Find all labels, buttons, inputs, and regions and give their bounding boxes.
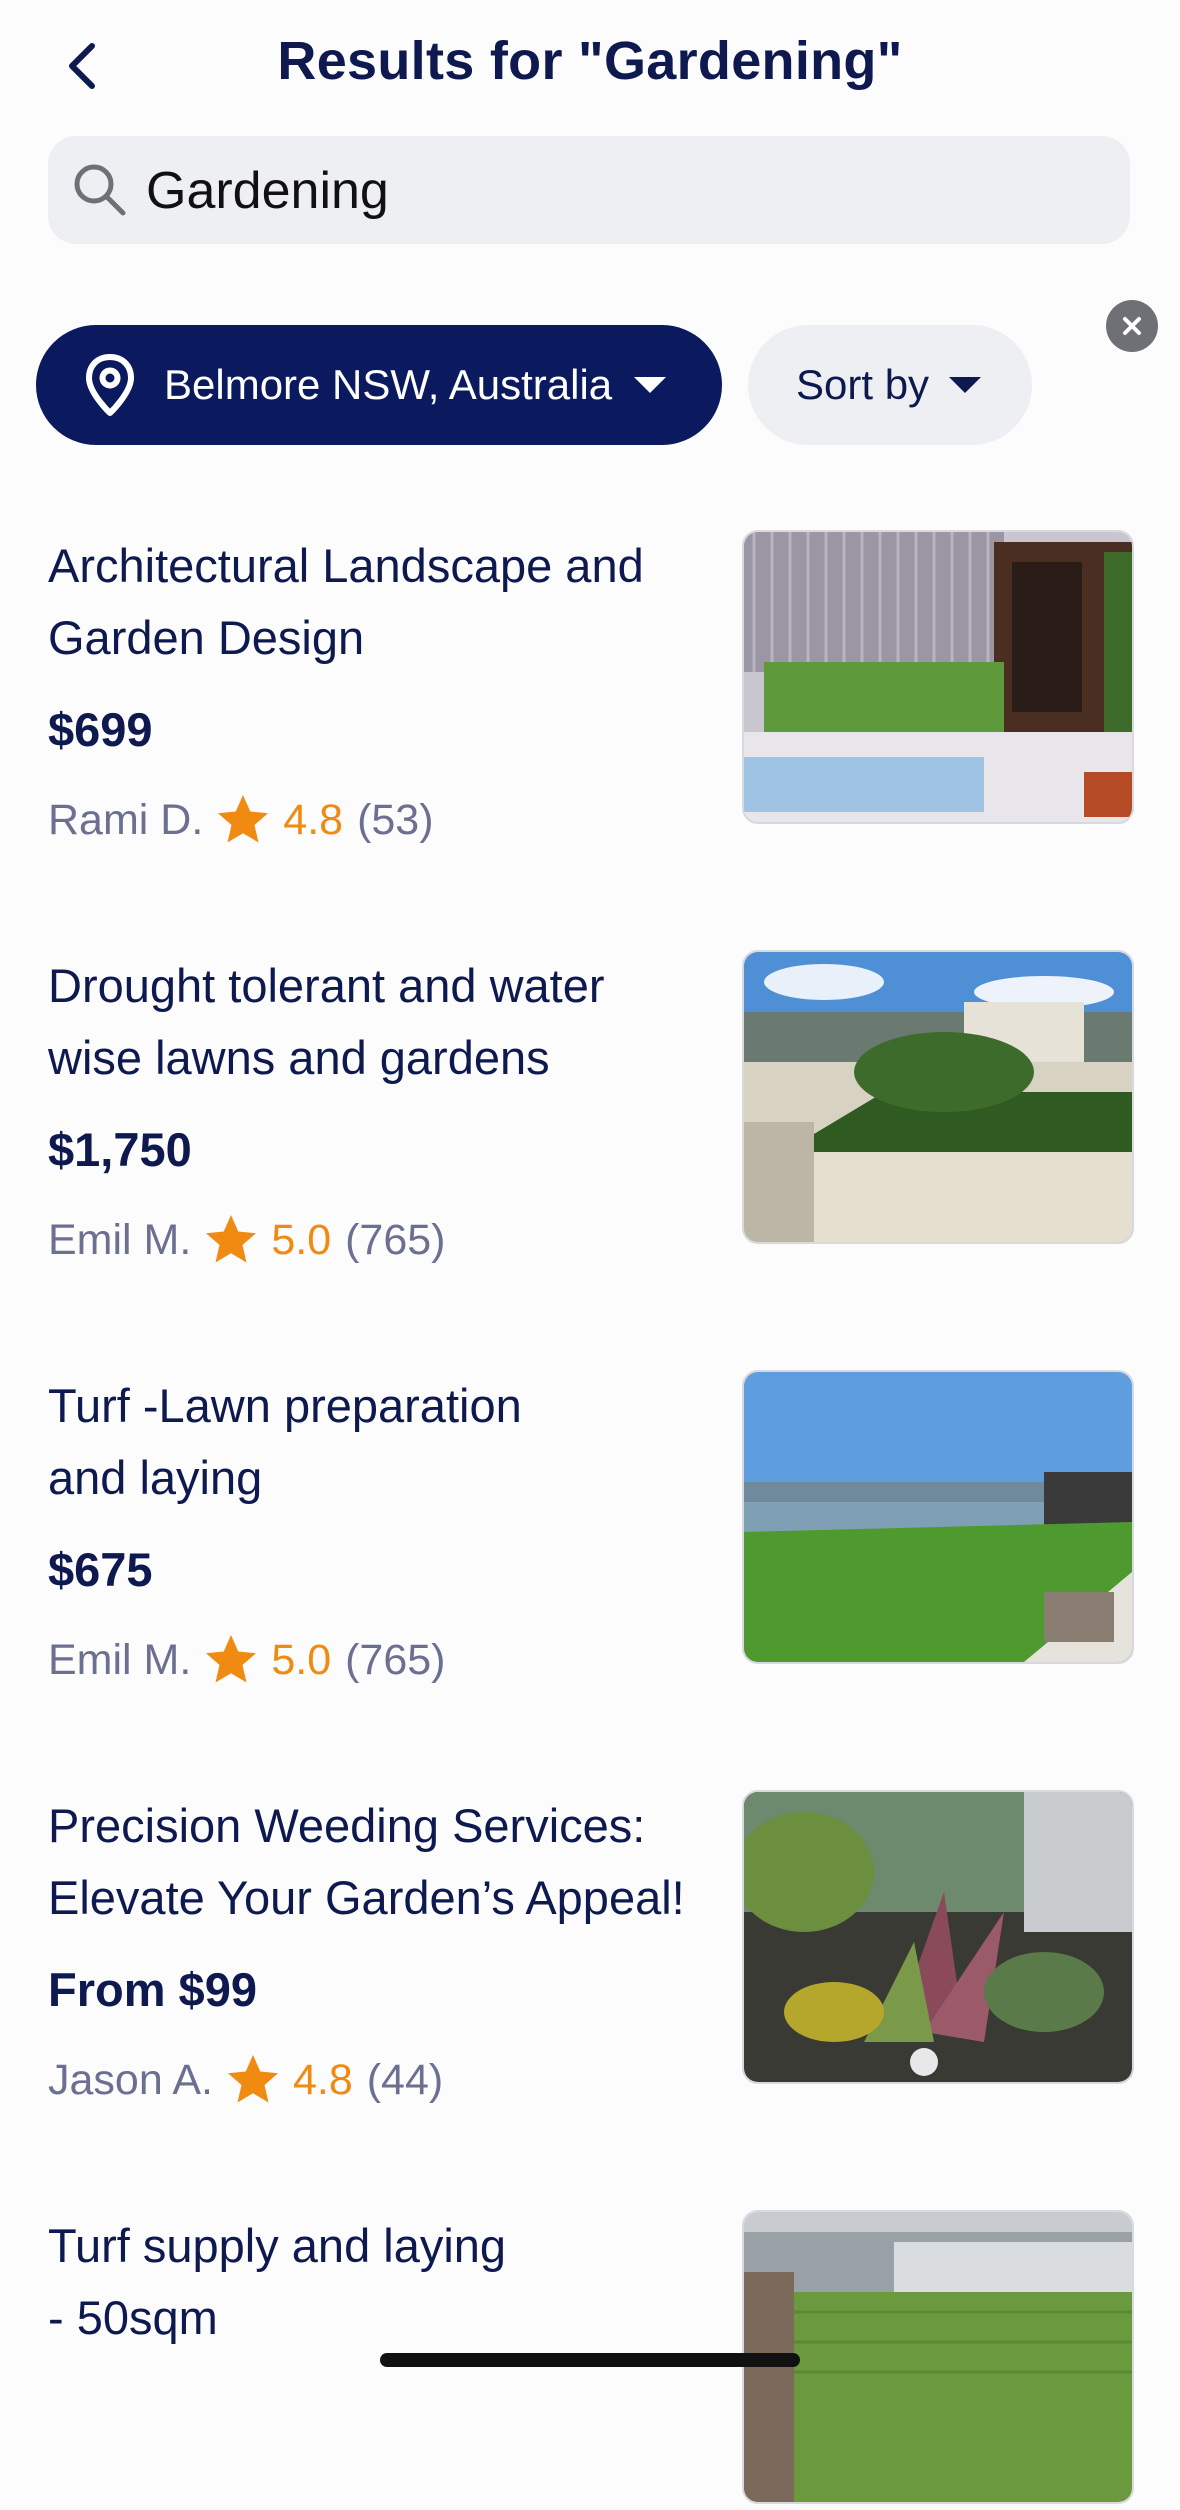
- listing-thumbnail: [742, 950, 1134, 1244]
- review-count: (765): [345, 1635, 446, 1684]
- location-label: Belmore NSW, Australia: [164, 361, 613, 408]
- sort-by-label: Sort by: [796, 361, 930, 408]
- star-icon: [227, 2055, 278, 2103]
- provider-name: Emil M.: [48, 1215, 192, 1264]
- listing-price: From $99: [48, 1963, 257, 2016]
- listing-meta: Emil M. 5.0 (765): [48, 1630, 446, 1690]
- listing-title: Turf -Lawn preparation and laying: [48, 1379, 522, 1504]
- caret-down-icon: [949, 377, 982, 393]
- listing-price: $1,750: [48, 1123, 192, 1176]
- listing-title: Turf supply and laying - 50sqm: [48, 2219, 507, 2344]
- listing-item[interactable]: Precision Weeding Services: Elevate Your…: [0, 1790, 1180, 2104]
- star-icon: [206, 1635, 257, 1683]
- search-icon: [74, 164, 126, 216]
- listing-item[interactable]: Drought tolerant and water wise lawns an…: [0, 950, 1180, 1264]
- listing-thumbnail: [742, 1370, 1134, 1664]
- review-count: (44): [366, 2055, 444, 2104]
- review-count: (53): [357, 795, 434, 844]
- listing-meta: Emil M. 5.0 (765): [48, 1210, 446, 1270]
- star-icon: [218, 795, 269, 843]
- listing-thumbnail: [742, 530, 1134, 824]
- clear-icon: [1123, 317, 1141, 335]
- provider-name: Rami D.: [48, 795, 204, 844]
- clear-search-button[interactable]: [1106, 300, 1158, 352]
- listing-title: Architectural Landscape and Garden Desig…: [48, 539, 644, 664]
- listing-item[interactable]: Architectural Landscape and Garden Desig…: [0, 530, 1180, 844]
- rating-value: 5.0: [271, 1635, 332, 1684]
- listing-thumbnail: [742, 1790, 1134, 2084]
- location-filter-button[interactable]: Belmore NSW, Australia: [36, 325, 722, 445]
- listing-thumbnail: [742, 2210, 1134, 2504]
- location-pin-icon: [86, 354, 134, 416]
- listing-meta: Rami D. 4.8 (53): [48, 790, 434, 850]
- listing-meta: Jason A. 4.8 (44): [48, 2050, 443, 2110]
- sort-by-button[interactable]: Sort by: [748, 325, 1032, 445]
- provider-name: Jason A.: [48, 2055, 213, 2104]
- rating-value: 4.8: [283, 795, 344, 844]
- header: Results for "Gardening": [0, 0, 1180, 130]
- listing-item[interactable]: Turf -Lawn preparation and laying $675 E…: [0, 1370, 1180, 1684]
- rating-value: 4.8: [292, 2055, 353, 2104]
- provider-name: Emil M.: [48, 1635, 192, 1684]
- page-title: Results for "Gardening": [277, 31, 903, 91]
- rating-value: 5.0: [271, 1215, 332, 1264]
- caret-down-icon: [634, 377, 667, 393]
- listing-title: Drought tolerant and water wise lawns an…: [48, 959, 605, 1084]
- listing-title: Precision Weeding Services: Elevate Your…: [48, 1799, 685, 1924]
- search-input[interactable]: [144, 136, 1048, 246]
- star-icon: [206, 1215, 257, 1263]
- listing-price: $675: [48, 1543, 153, 1596]
- listing-price: $699: [48, 703, 153, 756]
- review-count: (765): [345, 1215, 446, 1264]
- search-bar: [48, 136, 1158, 352]
- home-indicator: [380, 2353, 800, 2367]
